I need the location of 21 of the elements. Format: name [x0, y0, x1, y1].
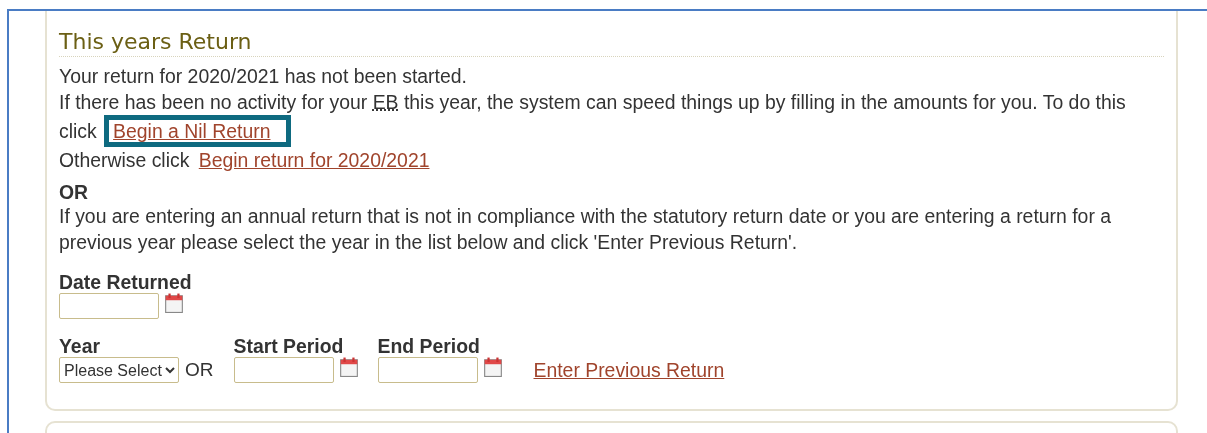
nil-return-text: If there has been no activity for your EB this year, the system can speed things up by filling in the amounts for you. To do this click Begin a Nil Return	[59, 89, 1164, 147]
enter-previous-return-link[interactable]: Enter Previous Return	[533, 357, 725, 383]
calendar-icon[interactable]	[165, 293, 183, 313]
calendar-icon[interactable]	[483, 357, 502, 377]
start-period-label: Start Period	[233, 335, 345, 357]
year-label: Year	[59, 335, 101, 357]
previous-return-text: If you are entering an annual return that is not in compliance with the statutory return date or you are entering a return for a previous year please select the year in the list below and click 'Enter Previous Return'.	[59, 204, 1112, 255]
otherwise-text: Otherwise click Begin return for 2020/2021	[59, 148, 431, 173]
nil-return-link[interactable]: Begin a Nil Return	[113, 120, 271, 142]
or-label: OR	[185, 359, 214, 381]
end-period-label: End Period	[377, 335, 481, 357]
date-returned-label: Date Returned	[59, 271, 193, 293]
calendar-icon[interactable]	[339, 357, 358, 377]
date-returned-field[interactable]	[59, 293, 159, 319]
section-title: This years Return	[59, 29, 1164, 57]
begin-return-link[interactable]: Begin return for 2020/2021	[198, 149, 430, 171]
start-period-field[interactable]	[233, 357, 334, 383]
or-heading: OR	[59, 181, 90, 203]
year-select[interactable]: Please Select	[59, 357, 179, 383]
status-text: Your return for 2020/2021 has not been started.	[59, 64, 468, 89]
end-period-field[interactable]	[377, 357, 478, 383]
